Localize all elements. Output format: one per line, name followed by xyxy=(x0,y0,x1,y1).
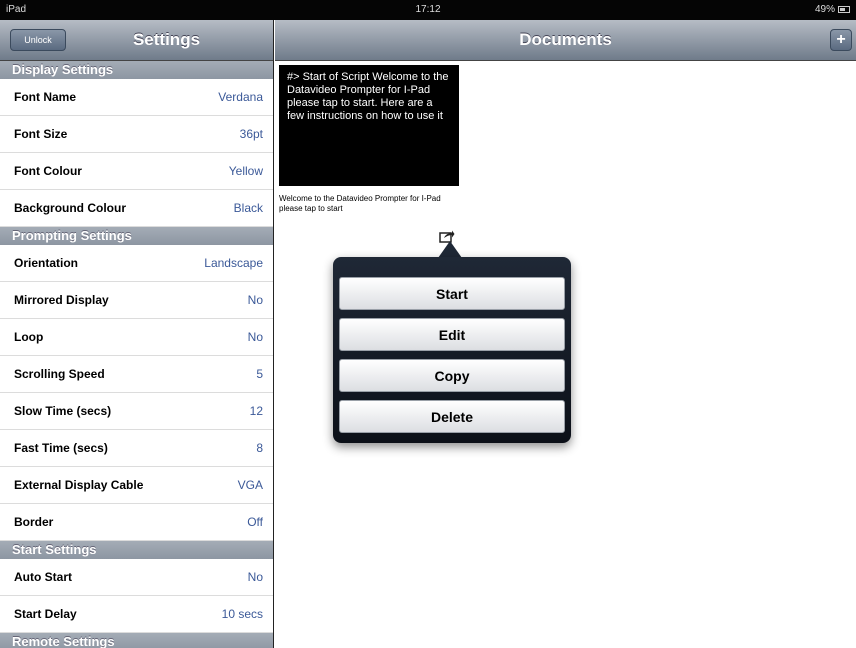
settings-row[interactable]: Orientation Landscape xyxy=(0,245,273,282)
battery-icon xyxy=(838,6,850,13)
settings-row[interactable]: Mirrored Display No xyxy=(0,282,273,319)
delete-button[interactable]: Delete xyxy=(339,400,565,433)
setting-label: Mirrored Display xyxy=(14,293,109,307)
setting-label: Scrolling Speed xyxy=(14,367,105,381)
setting-value: 12 xyxy=(249,404,263,418)
section-header: Remote Settings xyxy=(0,633,273,648)
document-actions-popover: Start Edit Copy Delete xyxy=(333,257,571,443)
status-bar: iPad 17:12 49% xyxy=(0,0,856,20)
section-header: Prompting Settings xyxy=(0,227,273,245)
documents-title: Documents xyxy=(519,30,612,49)
document-thumbnail[interactable]: #> Start of Script Welcome to the Datavi… xyxy=(279,65,459,186)
setting-value: 8 xyxy=(256,441,263,455)
settings-row[interactable]: Auto Start No xyxy=(0,559,273,596)
settings-row[interactable]: Font Name Verdana xyxy=(0,79,273,116)
section-header: Display Settings xyxy=(0,61,273,79)
settings-row[interactable]: Border Off xyxy=(0,504,273,541)
unlock-button[interactable]: Unlock xyxy=(10,29,66,51)
settings-row[interactable]: Scrolling Speed 5 xyxy=(0,356,273,393)
setting-value: 10 secs xyxy=(221,607,263,621)
settings-row[interactable]: Loop No xyxy=(0,319,273,356)
setting-label: Border xyxy=(14,515,54,529)
settings-row[interactable]: Start Delay 10 secs xyxy=(0,596,273,633)
setting-value: Landscape xyxy=(204,256,263,270)
setting-label: Start Delay xyxy=(14,607,77,621)
setting-label: Font Size xyxy=(14,127,68,141)
setting-label: Loop xyxy=(14,330,44,344)
add-document-button[interactable]: + xyxy=(830,29,852,51)
settings-row[interactable]: Background Colour Black xyxy=(0,190,273,227)
setting-value: No xyxy=(247,570,263,584)
settings-nav-bar: Unlock Settings xyxy=(0,20,273,61)
copy-button[interactable]: Copy xyxy=(339,359,565,392)
settings-list: Display Settings Font Name Verdana Font Siz… xyxy=(0,61,273,648)
setting-value: Off xyxy=(247,515,263,529)
setting-value: 36pt xyxy=(239,127,263,141)
settings-row[interactable]: Font Colour Yellow xyxy=(0,153,273,190)
popover-arrow xyxy=(438,241,462,258)
setting-value: 5 xyxy=(256,367,263,381)
settings-pane: Unlock Settings Display Settings Font Nam… xyxy=(0,20,274,648)
document-caption[interactable]: Welcome to the Datavideo Prompter for I-… xyxy=(279,194,449,214)
setting-label: Auto Start xyxy=(14,570,72,584)
documents-nav-bar: Documents + xyxy=(275,20,856,61)
setting-value: No xyxy=(247,293,263,307)
setting-value: No xyxy=(247,330,263,344)
setting-label: Background Colour xyxy=(14,201,127,215)
setting-label: Fast Time (secs) xyxy=(14,441,108,455)
setting-label: Orientation xyxy=(14,256,79,270)
setting-label: Font Name xyxy=(14,90,77,104)
setting-value: Yellow xyxy=(228,164,263,178)
settings-title: Settings xyxy=(132,30,201,49)
setting-value: Black xyxy=(233,201,263,215)
setting-label: External Display Cable xyxy=(14,478,144,492)
edit-button[interactable]: Edit xyxy=(339,318,565,351)
battery-percent: 49% xyxy=(814,4,835,15)
setting-label: Slow Time (secs) xyxy=(14,404,112,418)
settings-row[interactable]: Font Size 36pt xyxy=(0,116,273,153)
setting-value: VGA xyxy=(237,478,263,492)
section-header: Start Settings xyxy=(0,541,273,559)
battery-status: 49% xyxy=(815,4,850,15)
settings-row[interactable]: Fast Time (secs) 8 xyxy=(0,430,273,467)
clock: 17:12 xyxy=(415,4,441,15)
settings-row[interactable]: External Display Cable VGA xyxy=(0,467,273,504)
start-button[interactable]: Start xyxy=(339,277,565,310)
settings-row[interactable]: Slow Time (secs) 12 xyxy=(0,393,273,430)
setting-value: Verdana xyxy=(218,90,263,104)
setting-label: Font Colour xyxy=(14,164,82,178)
